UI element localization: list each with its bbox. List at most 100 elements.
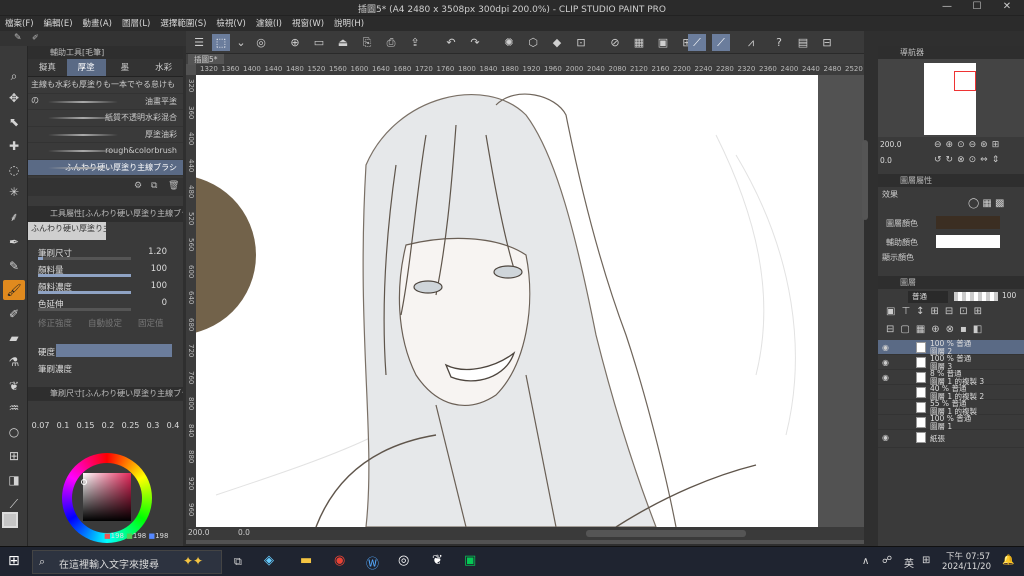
undo-icon[interactable]: ↶ <box>442 34 460 51</box>
size-preset[interactable]: 0.15 <box>77 421 95 430</box>
settings-icon[interactable]: ⚙ <box>134 181 142 191</box>
animation-icon[interactable]: ⊟ <box>818 34 836 51</box>
layer-row[interactable]: ◉ 100 % 普通 圖層 2 <box>878 340 1024 355</box>
clip-paint-taskbar-icon[interactable]: ❦ <box>432 553 443 568</box>
brush-item[interactable]: 油畫平塗 <box>28 94 183 110</box>
horizontal-scrollbar[interactable] <box>586 530 746 537</box>
prop-value[interactable]: 100 <box>151 264 167 274</box>
menu-select[interactable]: 選擇範圍(S) <box>155 16 211 31</box>
layer-row[interactable]: ◉ 100 % 普通 圖層 3 <box>878 355 1024 370</box>
layer-row[interactable]: 100 % 普通 圖層 1 <box>878 415 1024 430</box>
menu-file[interactable]: 檔案(F) <box>0 16 39 31</box>
upload-icon[interactable]: ⇪ <box>406 34 424 51</box>
brush-item-selected[interactable]: ふんわり硬い厚塗り主線ブラシ <box>28 159 183 176</box>
clear-icon[interactable]: ⬡ <box>524 34 542 51</box>
notification-bell-icon[interactable]: 🔔 <box>1002 555 1014 566</box>
prop-row[interactable]: 顏料濃度 100 <box>28 278 183 295</box>
opacity-slider[interactable] <box>954 292 998 301</box>
snap-special-ruler-icon[interactable]: ⟋ <box>712 34 730 51</box>
taskbar-search[interactable]: ⌕ 在這裡輸入文字來搜尋 ✦✦ <box>32 550 222 574</box>
airbrush-icon[interactable]: ✐ <box>3 304 25 324</box>
prop-slider[interactable] <box>38 308 131 311</box>
zoom-tool-icon[interactable]: ⌕ <box>3 66 25 86</box>
ime-indicator[interactable]: 英 <box>904 555 914 570</box>
auto-select-icon[interactable]: ✳ <box>3 182 25 202</box>
tab-thick-paint[interactable]: 厚塗 <box>66 59 106 76</box>
transform-icon[interactable]: ⊡ <box>572 34 590 51</box>
draw-mode-icon[interactable]: ⬚ <box>212 34 230 51</box>
eye-icon[interactable]: ◉ <box>882 358 891 367</box>
prop-slider[interactable] <box>38 291 131 294</box>
save-icon[interactable]: ⏏ <box>334 34 352 51</box>
clock-date[interactable]: 2024/11/20 <box>942 562 991 572</box>
snap-grid-icon[interactable]: ⩘ <box>742 34 760 51</box>
eye-icon[interactable]: ◉ <box>882 343 891 352</box>
menu-edit[interactable]: 編輯(E) <box>39 16 78 31</box>
new-file-icon[interactable]: ⊕ <box>286 34 304 51</box>
tab-realistic[interactable]: 擬真 <box>28 59 67 76</box>
hardness-selector[interactable] <box>56 344 172 357</box>
status-zoom[interactable]: 200.0 <box>188 528 209 537</box>
prop-row[interactable]: 顏料量 100 <box>28 261 183 278</box>
pen-tool-icon[interactable]: ✐ <box>32 33 39 42</box>
navigator-angle-value[interactable]: 0.0 <box>880 156 892 165</box>
prop-row[interactable]: 筆刷尺寸 1.20 <box>28 244 183 261</box>
pen-small-icon[interactable]: ✎ <box>14 33 22 43</box>
selection-launcher-icon[interactable]: ▣ <box>654 34 672 51</box>
copy-subtool-icon[interactable]: ⧉ <box>151 181 157 191</box>
task-view-icon[interactable]: ⧉ <box>234 555 242 569</box>
menu-filter[interactable]: 濾鏡(I) <box>251 16 287 31</box>
blend-mode-select[interactable]: 普通 <box>908 291 948 303</box>
navigator-preview-area[interactable] <box>878 59 1024 137</box>
brush-tool-icon[interactable]: 🖌 <box>3 280 25 300</box>
move-tool-icon[interactable]: ✥ <box>3 88 25 108</box>
move-layer-icon[interactable]: ✚ <box>3 136 25 156</box>
tab-watercolor[interactable]: 水彩 <box>144 59 183 76</box>
density-row[interactable]: 筆刷濃度 <box>28 360 183 377</box>
layer-row[interactable]: 40 % 普通 圖層 1 的複製 2 <box>878 385 1024 400</box>
open-folder-icon[interactable]: ▭ <box>310 34 328 51</box>
prop-value[interactable]: 100 <box>151 281 167 291</box>
size-preset[interactable]: 0.07 <box>32 421 50 430</box>
file-explorer-icon[interactable]: ▬ <box>300 553 312 568</box>
navigator-zoom-value[interactable]: 200.0 <box>880 140 901 149</box>
sub-color-swatch[interactable] <box>936 235 1000 248</box>
copilot-icon[interactable]: ◈ <box>264 553 274 568</box>
frame-tool-icon[interactable]: ◨ <box>3 470 25 490</box>
effect-buttons[interactable]: ◯ ▦ ▩ <box>968 198 1004 209</box>
line-icon[interactable]: ▣ <box>464 553 476 568</box>
prop-value[interactable]: 1.20 <box>148 247 167 257</box>
clip-studio-icon[interactable]: ◎ <box>252 34 270 51</box>
fill-tool-icon[interactable]: ♒ <box>3 398 25 418</box>
tab-ink[interactable]: 墨 <box>106 59 145 76</box>
opacity-value[interactable]: 100 <box>1002 291 1016 300</box>
windows-start-icon[interactable]: ⊞ <box>8 553 20 569</box>
layer-toolbar-bottom[interactable]: ⊟▢▦⊕⊗▪◧ <box>886 324 988 335</box>
minimize-button[interactable]: — <box>932 1 962 12</box>
figure-tool-icon[interactable]: ○ <box>3 422 25 442</box>
size-preset[interactable]: 0.2 <box>102 421 115 430</box>
color-picker-cursor[interactable] <box>81 479 87 485</box>
size-preset[interactable]: 0.1 <box>57 421 70 430</box>
help-icon[interactable]: ? <box>770 34 788 51</box>
ruler-tool-icon[interactable]: ⊞ <box>3 446 25 466</box>
navigator-viewport-box[interactable] <box>954 71 976 91</box>
decoration-icon[interactable]: ❦ <box>3 376 25 396</box>
menu-window[interactable]: 視窗(W) <box>287 16 329 31</box>
menu-layer[interactable]: 圖層(L) <box>117 16 155 31</box>
cloud-save-icon[interactable]: ⎙ <box>382 34 400 51</box>
menu-hamburger-icon[interactable]: ☰ <box>190 34 208 51</box>
layer-row-paper[interactable]: ◉ 紙張 <box>878 430 1024 448</box>
maximize-button[interactable]: ☐ <box>962 1 992 12</box>
clip-studio-taskbar-icon[interactable]: ◎ <box>398 553 409 568</box>
chrome-icon[interactable]: ◉ <box>334 553 345 568</box>
eraser-icon[interactable]: ▰ <box>3 328 25 348</box>
menu-view[interactable]: 檢視(V) <box>211 16 250 31</box>
menu-help[interactable]: 說明(H) <box>329 16 369 31</box>
snap-ruler-icon[interactable]: ⟋ <box>688 34 706 51</box>
lasso-tool-icon[interactable]: ◌ <box>3 160 25 180</box>
eye-icon[interactable]: ◉ <box>882 433 891 442</box>
ime-mode-icon[interactable]: ⊞ <box>922 555 930 566</box>
chevron-up-icon[interactable]: ∧ <box>862 556 869 567</box>
size-preset[interactable]: 0.3 <box>147 421 160 430</box>
